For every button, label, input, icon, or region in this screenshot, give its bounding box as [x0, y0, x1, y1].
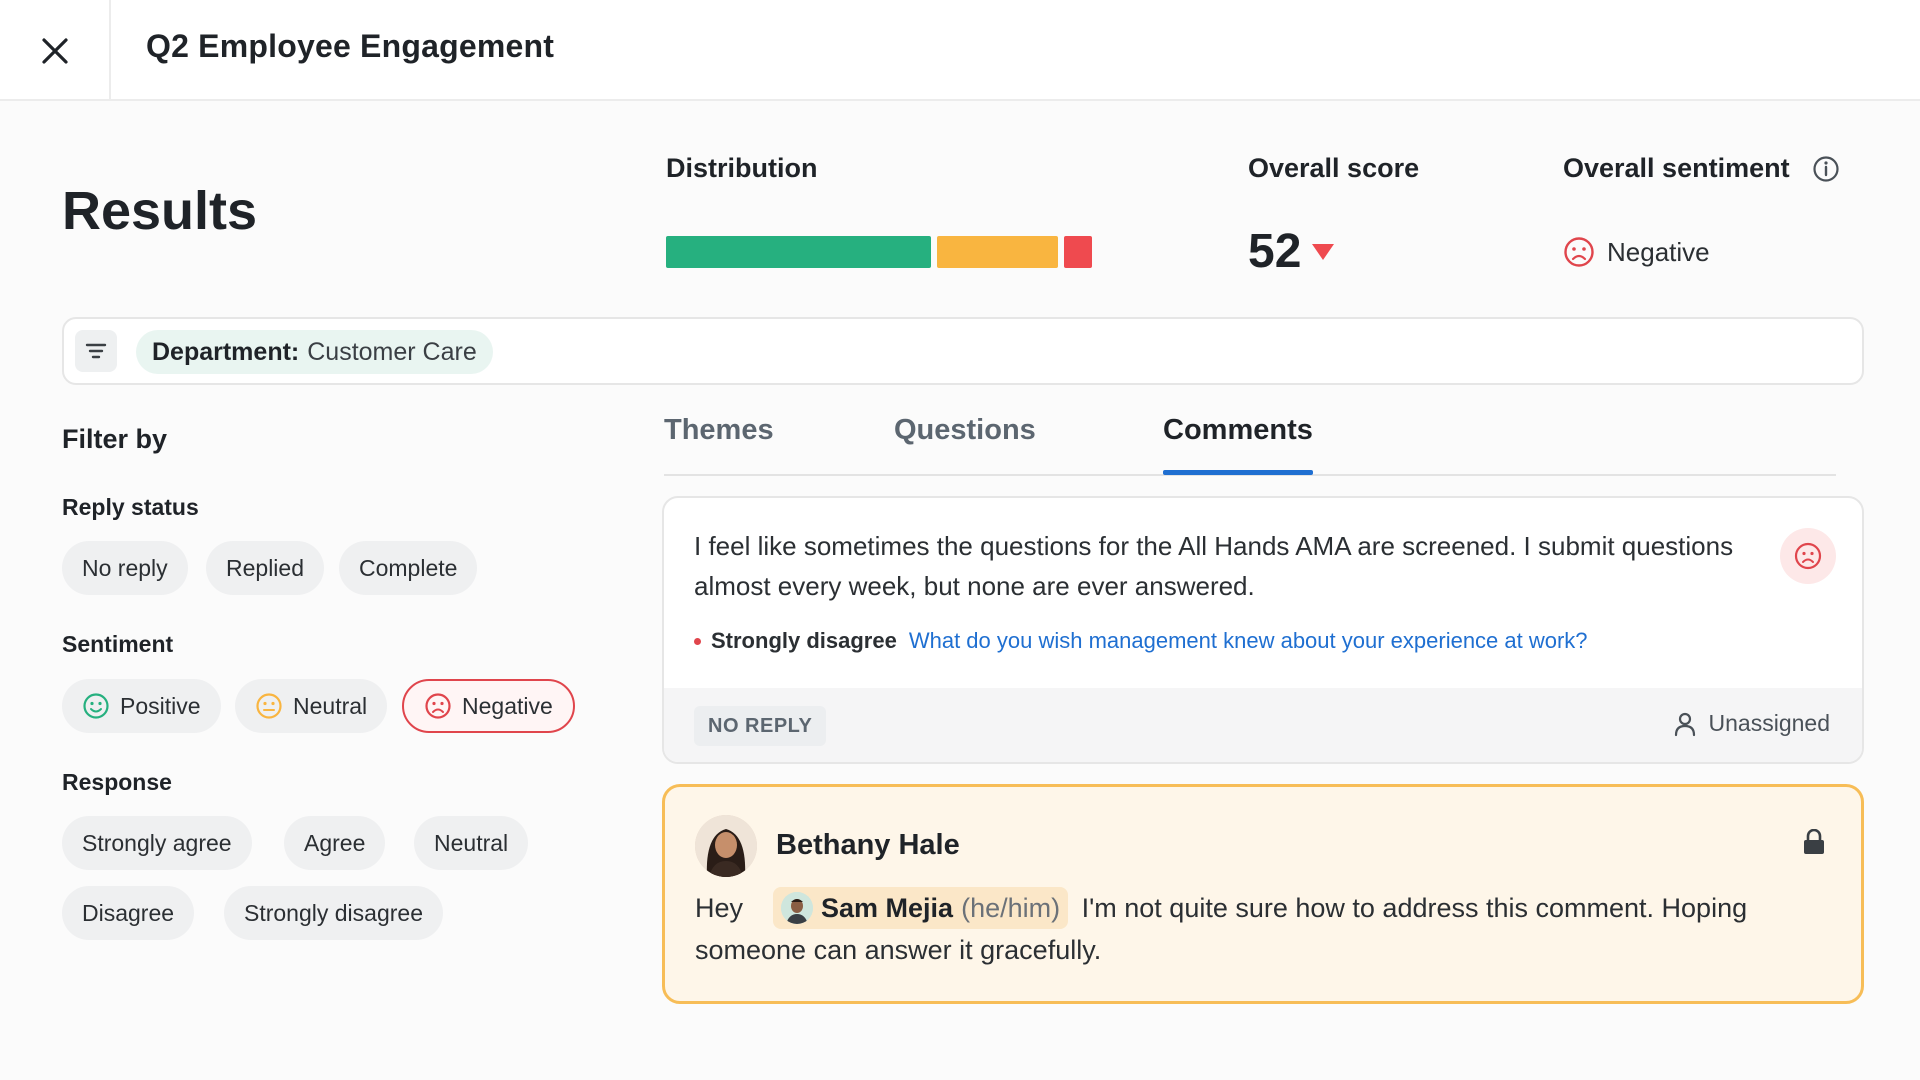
page-title: Q2 Employee Engagement [146, 28, 555, 64]
overall-score-label: Overall score [1248, 153, 1420, 183]
filter-by-heading: Filter by [62, 424, 168, 454]
filter-pill-neutral-response[interactable]: Neutral [414, 816, 529, 870]
filter-pill-strongly-disagree[interactable]: Strongly disagree [224, 886, 443, 940]
pill-label: Neutral [434, 829, 509, 856]
distribution-bar [666, 236, 1102, 268]
tab-questions[interactable]: Questions [894, 414, 1036, 476]
filter-pill-negative[interactable]: Negative [402, 679, 575, 733]
comment-question-link[interactable]: What do you wish management knew about y… [909, 628, 1588, 654]
avatar [695, 815, 757, 877]
filter-pill-strongly-agree[interactable]: Strongly agree [62, 816, 252, 870]
negative-face-icon [1794, 542, 1822, 570]
mention-pronoun: (he/him) [961, 893, 1061, 923]
distribution-segment [937, 236, 1058, 268]
filter-icon [85, 343, 107, 359]
positive-face-icon [83, 693, 109, 719]
user-mention[interactable]: Sam Mejia (he/him) [773, 887, 1069, 929]
filter-pill-replied[interactable]: Replied [206, 541, 324, 595]
filter-pill-neutral-sentiment[interactable]: Neutral [235, 679, 388, 733]
pill-label: Negative [462, 692, 553, 719]
reply-author: Bethany Hale [776, 829, 960, 861]
overall-score: 52 [1248, 224, 1335, 279]
comment-footer: NO REPLY Unassigned [664, 688, 1862, 762]
comment-sentiment-badge [1780, 528, 1836, 584]
pill-label: Neutral [293, 692, 368, 719]
distribution-label: Distribution [666, 153, 818, 183]
trend-down-icon [1312, 243, 1335, 260]
pill-label: Strongly disagree [244, 899, 423, 926]
response-bullet [694, 637, 701, 645]
results-tabs: Themes Questions Comments [664, 414, 1836, 476]
overall-sentiment-value: Negative [1607, 236, 1710, 267]
reply-status-badge: NO REPLY [694, 706, 827, 746]
neutral-face-icon [256, 693, 282, 719]
pill-label: Positive [120, 692, 201, 719]
close-button[interactable] [0, 0, 111, 101]
comment-meta: Strongly disagree What do you wish manag… [694, 628, 1588, 654]
overall-sentiment: Negative [1563, 236, 1710, 268]
reply-greeting: Hey [695, 893, 744, 923]
results-heading: Results [62, 181, 258, 241]
negative-face-icon [1564, 237, 1594, 267]
filter-button[interactable] [75, 330, 117, 372]
distribution-segment [666, 236, 931, 268]
comment-response: Strongly disagree [711, 628, 897, 653]
tab-themes[interactable]: Themes [664, 414, 774, 476]
person-icon [1674, 712, 1695, 736]
response-label: Response [62, 769, 172, 795]
filter-pill-no-reply[interactable]: No reply [62, 541, 188, 595]
sentiment-label: Sentiment [62, 631, 174, 657]
pill-label: No reply [82, 554, 168, 581]
filter-pill-positive[interactable]: Positive [62, 679, 221, 733]
filter-pill-agree[interactable]: Agree [284, 816, 386, 870]
filter-chip-key: Department: [152, 337, 300, 366]
pill-label: Disagree [82, 899, 175, 926]
reply-status-label: Reply status [62, 494, 199, 520]
active-filter-bar: Department: Customer Care [62, 317, 1864, 385]
filter-pill-disagree[interactable]: Disagree [62, 886, 195, 940]
reply-body: Hey Sam Mejia (he/him) I'm not quite sure … [695, 887, 1815, 971]
negative-face-icon [425, 693, 451, 719]
top-bar: Q2 Employee Engagement [0, 0, 1920, 101]
assignee-button[interactable]: Unassigned [1673, 710, 1830, 737]
pill-label: Complete [359, 554, 458, 581]
pill-label: Strongly agree [82, 829, 232, 856]
tab-comments[interactable]: Comments [1163, 414, 1313, 476]
overall-score-value: 52 [1248, 225, 1302, 278]
info-icon[interactable] [1812, 155, 1840, 188]
comment-card[interactable]: I feel like sometimes the questions for … [662, 496, 1864, 764]
mention-name: Sam Mejia [821, 893, 954, 923]
close-icon [41, 37, 68, 64]
distribution-segment [1064, 236, 1092, 268]
overall-sentiment-label: Overall sentiment [1563, 153, 1790, 183]
department-filter-chip[interactable]: Department: Customer Care [136, 330, 493, 374]
lock-icon [1803, 828, 1825, 860]
mention-avatar [781, 892, 814, 924]
filter-chip-value: Customer Care [307, 337, 477, 366]
pill-label: Agree [304, 829, 366, 856]
active-tab-indicator [1163, 470, 1313, 475]
filter-pill-complete[interactable]: Complete [339, 541, 478, 595]
reply-card[interactable]: Bethany Hale Hey Sam Mejia (he/him) I'm no… [662, 784, 1864, 1004]
assignee-label: Unassigned [1708, 710, 1830, 736]
pill-label: Replied [226, 554, 304, 581]
comment-text: I feel like sometimes the questions for … [694, 531, 1734, 601]
